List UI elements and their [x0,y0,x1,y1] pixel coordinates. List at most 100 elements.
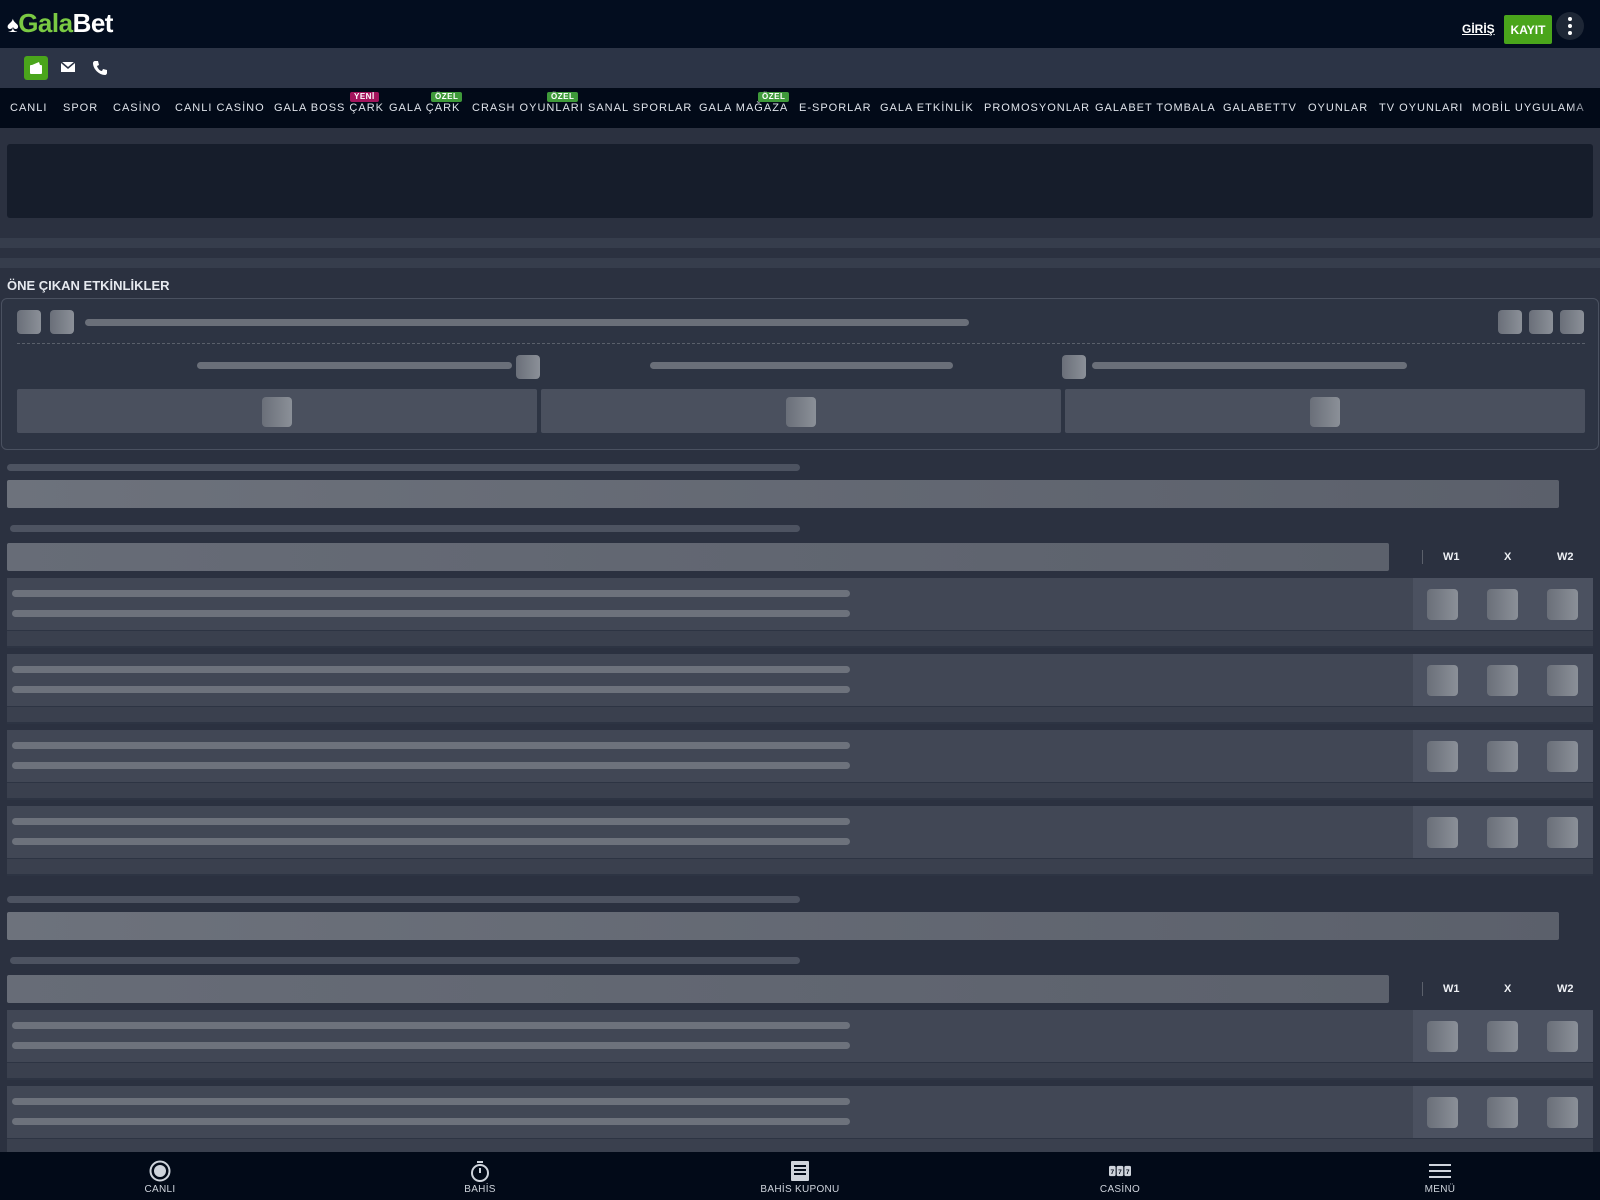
nav-fade [1570,88,1600,128]
tab-label: MENÜ [1424,1184,1456,1195]
league-header-placeholder[interactable] [7,480,1559,508]
column-w1: W1 [1443,983,1460,995]
nav-item-spor[interactable]: SPOR [63,102,98,114]
nav-item-canli[interactable]: CANLI [10,102,47,114]
skeleton-line [12,666,850,673]
skeleton-line [12,818,850,825]
utility-bar [0,48,1600,88]
skeleton-square [1498,310,1522,334]
odd-w1-placeholder[interactable] [1427,1097,1458,1128]
more-options-icon[interactable] [1556,12,1584,40]
odd-w1-placeholder[interactable] [1427,665,1458,696]
skeleton-square [1310,397,1340,427]
skeleton-line [12,1118,850,1125]
odd-x-placeholder[interactable] [1487,1097,1518,1128]
league-header-placeholder[interactable] [7,912,1559,940]
register-button[interactable]: KAYIT [1504,15,1552,44]
nav-item-galabet-tombala[interactable]: GALABET TOMBALA [1095,102,1216,114]
column-w2: W2 [1557,983,1574,995]
mail-icon[interactable] [60,60,78,76]
odds-cells [1413,730,1593,782]
skeleton-square [50,310,74,334]
tab-label: BAHİS [464,1184,496,1195]
event-row[interactable] [7,654,1593,724]
tab-bahis-kuponu[interactable]: BAHİS KUPONU [740,1152,860,1200]
event-row[interactable] [7,1086,1593,1156]
nav-item-gala-boss-cark[interactable]: GALA BOSS ÇARK [274,102,384,114]
tab-canli[interactable]: CANLI [100,1152,220,1200]
promo-banner-placeholder[interactable] [7,144,1593,218]
slot-icon: 777 [1109,1160,1131,1182]
odd-w1-placeholder[interactable] [1427,1021,1458,1052]
nav-item-gala-etkinlik[interactable]: GALA ETKİNLİK [880,102,974,114]
nav-item-mobil-uygulama[interactable]: MOBİL UYGULAMA [1472,102,1585,114]
new-badge: YENİ [350,92,379,102]
event-row[interactable] [7,730,1593,800]
odd-button-placeholder[interactable] [1065,389,1585,433]
wallet-icon[interactable] [24,56,48,80]
odd-w2-placeholder[interactable] [1547,1097,1578,1128]
odd-button-placeholder[interactable] [17,389,537,433]
special-badge: ÖZEL [547,92,579,102]
featured-event-card[interactable] [1,298,1599,450]
odds-cells [1413,654,1593,706]
skeleton-line [85,319,969,326]
odd-w2-placeholder[interactable] [1547,665,1578,696]
event-row[interactable] [7,806,1593,876]
skeleton-line [1092,362,1407,369]
odd-w1-placeholder[interactable] [1427,817,1458,848]
odd-x-placeholder[interactable] [1487,665,1518,696]
nav-item-oyunlar[interactable]: OYUNLAR [1308,102,1368,114]
nav-item-crash-oyunlari[interactable]: CRASH OYUNLARI [472,102,584,114]
nav-item-gala-magaza[interactable]: GALA MAĞAZA [699,102,788,114]
nav-item-sanal-sporlar[interactable]: SANAL SPORLAR [588,102,692,114]
odd-x-placeholder[interactable] [1487,1021,1518,1052]
tab-menu[interactable]: MENÜ [1380,1152,1500,1200]
odd-button-placeholder[interactable] [541,389,1061,433]
nav-item-gala-cark[interactable]: GALA ÇARK [389,102,460,114]
featured-events-title: ÖNE ÇIKAN ETKİNLİKLER [7,278,170,293]
skeleton-line [10,525,800,532]
odd-x-placeholder[interactable] [1487,589,1518,620]
skeleton-line [7,464,800,471]
skeleton-line [197,362,512,369]
skeleton-line [12,1022,850,1029]
odd-w2-placeholder[interactable] [1547,1021,1578,1052]
tab-casino[interactable]: 777 CASİNO [1060,1152,1180,1200]
column-w1: W1 [1443,551,1460,563]
logo-text-gala: Gala [18,8,73,38]
nav-item-tv-oyunlari[interactable]: TV OYUNLARI [1379,102,1463,114]
nav-item-e-sporlar[interactable]: E-SPORLAR [799,102,872,114]
event-row[interactable] [7,1010,1593,1080]
odd-w2-placeholder[interactable] [1547,589,1578,620]
event-row-main [7,654,1593,706]
stopwatch-icon [469,1160,491,1182]
tab-bahis[interactable]: BAHİS [420,1152,540,1200]
svg-text:7: 7 [1110,1169,1114,1176]
svg-text:7: 7 [1118,1169,1122,1176]
nav-item-promosyonlar[interactable]: PROMOSYONLAR [984,102,1090,114]
odd-w1-placeholder[interactable] [1427,589,1458,620]
login-link[interactable]: GİRİŞ [1462,22,1495,36]
main-nav: CANLI SPOR CASİNO CANLI CASİNO GALA BOSS… [0,88,1600,128]
column-w2: W2 [1557,551,1574,563]
odd-w2-placeholder[interactable] [1547,817,1578,848]
nav-item-galabettv[interactable]: GALABETTV [1223,102,1297,114]
odds-cells [1413,1086,1593,1138]
galabet-logo[interactable]: ♠GalaBet [7,8,113,39]
event-row-footer [7,783,1593,798]
event-row[interactable] [7,578,1593,648]
odd-w2-placeholder[interactable] [1547,741,1578,772]
odd-x-placeholder[interactable] [1487,741,1518,772]
nav-item-casino[interactable]: CASİNO [113,102,161,114]
odd-x-placeholder[interactable] [1487,817,1518,848]
skeleton-square [17,310,41,334]
skeleton-line [12,610,850,617]
menu-icon [1429,1160,1451,1182]
special-badge: ÖZEL [431,92,463,102]
odd-w1-placeholder[interactable] [1427,741,1458,772]
svg-text:7: 7 [1126,1169,1130,1176]
phone-icon[interactable] [92,60,110,76]
column-separator [1422,550,1423,564]
nav-item-canli-casino[interactable]: CANLI CASİNO [175,102,265,114]
